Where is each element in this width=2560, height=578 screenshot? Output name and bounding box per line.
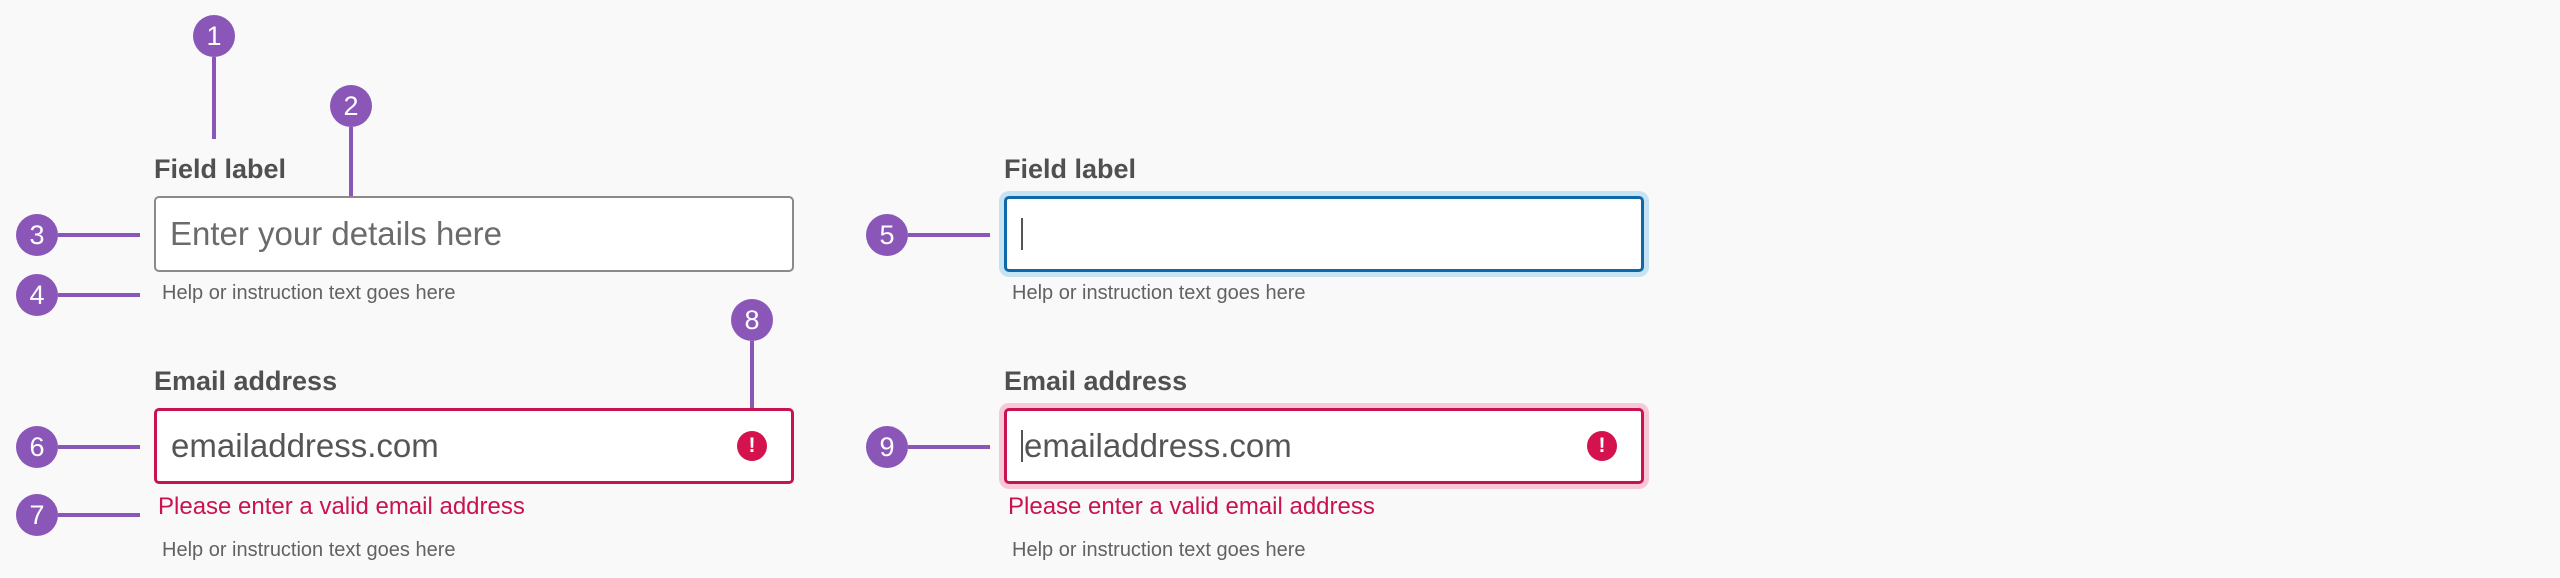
email-input-error[interactable]: emailaddress.com ! [154,408,794,484]
annotation-marker-1: 1 [193,15,235,57]
input-value [1021,199,1024,269]
input-placeholder: Enter your details here [170,215,503,252]
field-label-error-focused: Email address [1004,366,1188,396]
field-label: Field label [154,154,287,184]
field-label-focused: Field label [1004,154,1137,184]
text-cursor [1021,430,1023,462]
annotation-line-7 [58,513,140,517]
annotation-line-2 [349,127,353,207]
annotation-marker-8: 8 [731,299,773,341]
error-message-focused: Please enter a valid email address [1008,493,1375,520]
text-cursor [1021,218,1023,250]
annotation-marker-6: 6 [16,426,58,468]
help-text-error-focused: Help or instruction text goes here [1012,539,1306,561]
annotation-marker-2: 2 [330,85,372,127]
text-input-focused[interactable] [1004,196,1644,272]
annotation-line-9 [908,445,990,449]
annotation-line-3 [58,233,140,237]
annotation-line-4 [58,293,140,297]
input-value: emailaddress.com [171,427,439,464]
error-alert-icon: ! [737,431,767,461]
annotation-marker-9: 9 [866,426,908,468]
help-text: Help or instruction text goes here [162,282,456,304]
annotation-line-5 [908,233,990,237]
annotation-marker-5: 5 [866,214,908,256]
annotation-marker-3: 3 [16,214,58,256]
annotation-line-1 [212,57,216,139]
input-value: emailaddress.com [1021,411,1292,481]
annotation-line-6 [58,445,140,449]
help-text-error: Help or instruction text goes here [162,539,456,561]
annotation-marker-4: 4 [16,274,58,316]
help-text-focused: Help or instruction text goes here [1012,282,1306,304]
input-value-text: emailaddress.com [1024,427,1292,464]
error-alert-icon: ! [1587,431,1617,461]
error-message: Please enter a valid email address [158,493,525,520]
annotation-marker-7: 7 [16,494,58,536]
field-label-error: Email address [154,366,338,396]
text-input-anatomy-diagram: 1 2 3 4 5 6 7 8 9 Field label Enter your… [0,0,2560,578]
text-input-default[interactable]: Enter your details here [154,196,794,272]
email-input-error-focused[interactable]: emailaddress.com ! [1004,408,1644,484]
